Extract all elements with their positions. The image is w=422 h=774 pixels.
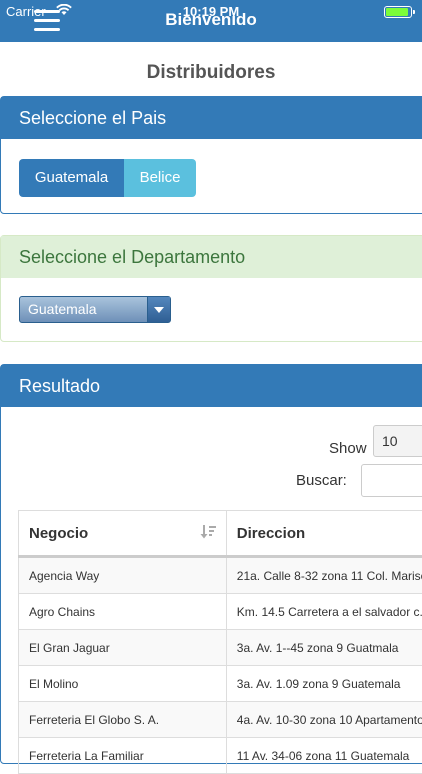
cell-negocio: Agro Chains	[19, 594, 227, 630]
navigation-bar: Carrier 10:19 PM Bienvenido	[0, 0, 422, 42]
nav-title: Bienvenido	[0, 10, 422, 30]
country-option-guatemala[interactable]: Guatemala	[19, 159, 124, 197]
department-select[interactable]: Guatemala	[19, 296, 171, 323]
table-row[interactable]: Agencia Way 21a. Calle 8-32 zona 11 Col.…	[19, 557, 422, 594]
table-row[interactable]: El Gran Jaguar 3a. Av. 1--45 zona 9 Guat…	[19, 630, 422, 666]
table-row[interactable]: El Molino 3a. Av. 1.09 zona 9 Guatemala	[19, 666, 422, 702]
column-header-direccion[interactable]: Direccion	[226, 511, 422, 557]
cell-direccion: 11 Av. 34-06 zona 11 Guatemala	[226, 738, 422, 774]
table-row[interactable]: Ferreteria La Familiar 11 Av. 34-06 zona…	[19, 738, 422, 774]
country-panel: Seleccione el Pais Guatemala Belice	[0, 96, 422, 214]
table-row[interactable]: Agro Chains Km. 14.5 Carretera a el salv…	[19, 594, 422, 630]
country-panel-title: Seleccione el Pais	[1, 97, 422, 139]
search-input[interactable]	[361, 464, 422, 497]
cell-direccion: Km. 14.5 Carretera a el salvador c.c.	[226, 594, 422, 630]
column-header-label: Negocio	[29, 525, 88, 542]
search-label: Buscar:	[296, 472, 347, 489]
chevron-down-icon	[147, 297, 170, 322]
department-panel-title: Seleccione el Departamento	[1, 236, 422, 278]
sort-descending-icon	[200, 524, 216, 540]
table-row[interactable]: Ferreteria El Globo S. A. 4a. Av. 10-30 …	[19, 702, 422, 738]
cell-direccion: 3a. Av. 1.09 zona 9 Guatemala	[226, 666, 422, 702]
table-header-row: Negocio Direccion	[19, 511, 422, 557]
results-panel-title: Resultado	[1, 365, 422, 407]
cell-negocio: El Molino	[19, 666, 227, 702]
cell-negocio: Ferreteria El Globo S. A.	[19, 702, 227, 738]
cell-negocio: El Gran Jaguar	[19, 630, 227, 666]
entries-select-value: 10	[382, 433, 398, 449]
show-label: Show	[329, 440, 367, 457]
column-header-negocio[interactable]: Negocio	[19, 511, 227, 557]
country-button-group: Guatemala Belice	[19, 159, 196, 197]
cell-negocio: Ferreteria La Familiar	[19, 738, 227, 774]
cell-direccion: 4a. Av. 10-30 zona 10 Apartamento	[226, 702, 422, 738]
page-title: Distribuidores	[0, 62, 422, 84]
results-table: Negocio Direccion Agencia Way 21a. Calle…	[18, 510, 422, 774]
country-option-belice[interactable]: Belice	[124, 159, 196, 197]
cell-direccion: 21a. Calle 8-32 zona 11 Col. Mariscal	[226, 557, 422, 594]
department-select-value: Guatemala	[28, 301, 96, 317]
department-panel: Seleccione el Departamento Guatemala	[0, 235, 422, 342]
cell-negocio: Agencia Way	[19, 557, 227, 594]
entries-select[interactable]: 10	[373, 425, 422, 457]
cell-direccion: 3a. Av. 1--45 zona 9 Guatmala	[226, 630, 422, 666]
